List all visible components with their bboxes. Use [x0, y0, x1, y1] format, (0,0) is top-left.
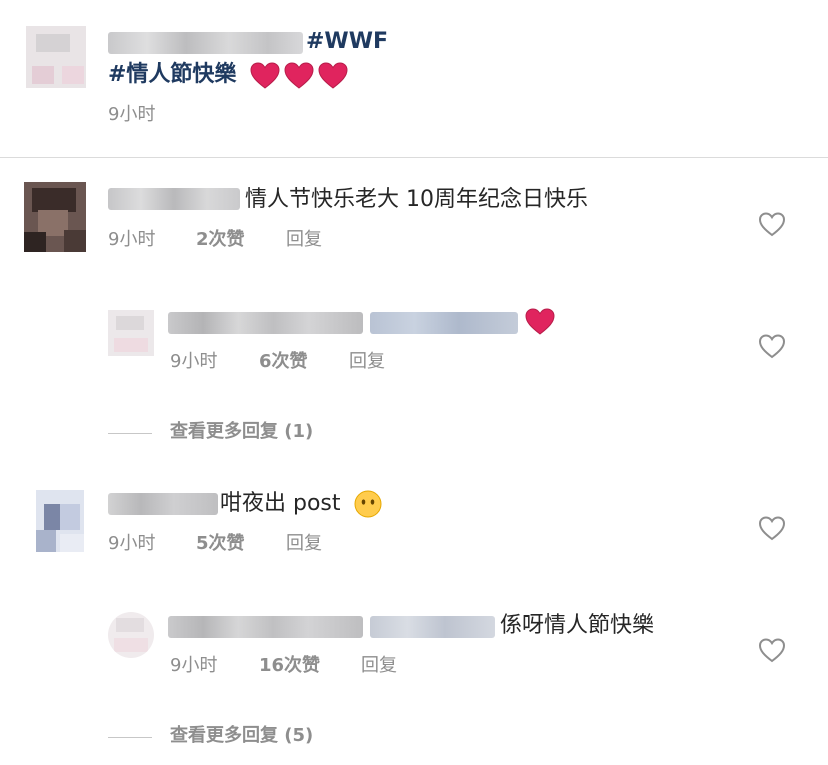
- view-more-line: [108, 737, 152, 738]
- comment-avatar[interactable]: [36, 490, 84, 552]
- comment-text: 咁夜出 post: [220, 491, 341, 516]
- reply-button[interactable]: 回复: [286, 228, 322, 252]
- reply-text: 係呀情人節快樂: [500, 613, 655, 638]
- hashtag-wwf[interactable]: #WWF: [306, 28, 388, 56]
- comment-like-count[interactable]: 2次赞: [196, 228, 245, 252]
- heart-outline-icon[interactable]: [758, 211, 786, 237]
- face-without-mouth-emoji: [354, 490, 382, 518]
- view-more-replies-button[interactable]: 查看更多回复 (5): [170, 724, 313, 748]
- reply-username[interactable]: [168, 616, 363, 638]
- reply-timestamp: 9小时: [170, 655, 218, 676]
- heart-outline-icon[interactable]: [758, 637, 786, 663]
- comment-username[interactable]: [108, 493, 218, 515]
- view-more-replies-button[interactable]: 查看更多回复 (1): [170, 420, 313, 444]
- comment-timestamp: 9小时: [108, 229, 156, 250]
- reply-button[interactable]: 回复: [361, 654, 397, 678]
- reply-mention[interactable]: [370, 616, 495, 638]
- comment-avatar[interactable]: [24, 182, 86, 252]
- reply-like-count[interactable]: 16次赞: [259, 654, 320, 678]
- reply-mention[interactable]: [370, 312, 518, 334]
- reply-avatar[interactable]: [108, 310, 154, 356]
- red-heart-emoji: [525, 308, 555, 335]
- hashtag-valentine[interactable]: #情人節快樂: [108, 62, 236, 87]
- red-heart-emoji: [250, 62, 280, 89]
- red-heart-emoji: [284, 62, 314, 89]
- post-author-avatar[interactable]: [26, 26, 86, 88]
- comment-like-count[interactable]: 5次赞: [196, 532, 245, 556]
- post-timestamp: 9小时: [108, 104, 156, 125]
- heart-outline-icon[interactable]: [758, 515, 786, 541]
- comment-text: 情人节快乐老大 10周年纪念日快乐: [245, 187, 588, 212]
- comment-timestamp: 9小时: [108, 533, 156, 554]
- reply-timestamp: 9小时: [170, 351, 218, 372]
- reply-username[interactable]: [168, 312, 363, 334]
- heart-emoji-group: [250, 60, 350, 90]
- reply-button[interactable]: 回复: [349, 350, 385, 374]
- view-more-line: [108, 433, 152, 434]
- reply-button[interactable]: 回复: [286, 532, 322, 556]
- reply-avatar[interactable]: [108, 612, 154, 658]
- comment-username[interactable]: [108, 188, 240, 210]
- heart-outline-icon[interactable]: [758, 333, 786, 359]
- post-author-username[interactable]: [108, 32, 303, 54]
- red-heart-emoji: [318, 62, 348, 89]
- reply-like-count[interactable]: 6次赞: [259, 350, 308, 374]
- divider: [0, 157, 828, 158]
